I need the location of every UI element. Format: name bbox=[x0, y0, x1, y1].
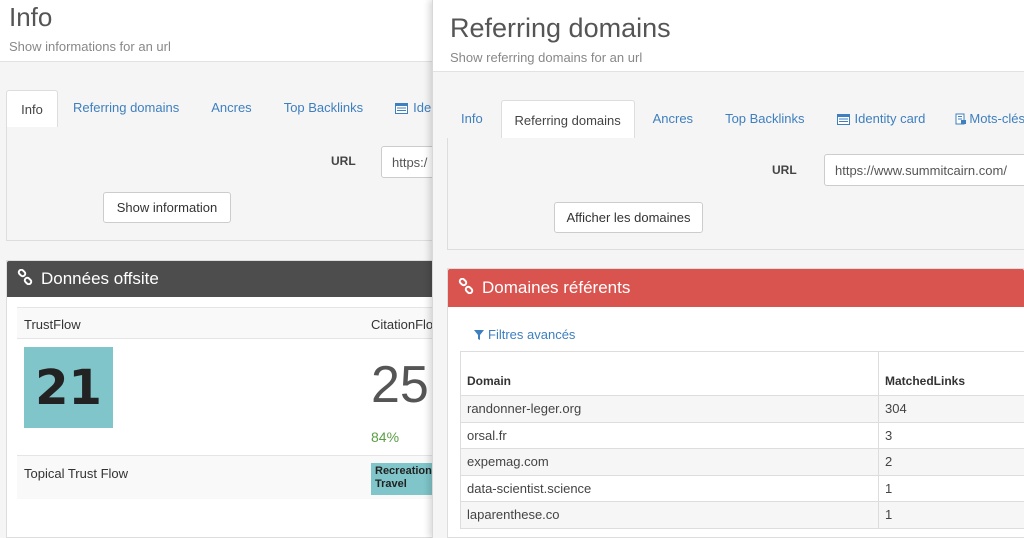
table-row: randonner-leger.org 304 bbox=[460, 395, 1024, 423]
page-title: Referring domains bbox=[450, 13, 671, 43]
url-form: URL https://www.summitcairn.com/ Affiche… bbox=[447, 138, 1024, 250]
show-domains-button[interactable]: Afficher les domaines bbox=[554, 202, 703, 233]
flow-metrics-table: TrustFlow CitationFlow 21 25 84% Topical… bbox=[17, 307, 451, 499]
metrics-value-row: 21 25 84% bbox=[17, 339, 441, 455]
url-label: URL bbox=[772, 163, 797, 177]
matched-links-cell: 3 bbox=[878, 421, 1024, 449]
url-input[interactable]: https://www.summitcairn.com/ bbox=[824, 154, 1024, 186]
card-title: Données offsite bbox=[41, 269, 159, 288]
matched-links-cell: 304 bbox=[878, 395, 1024, 423]
page-subtitle: Show referring domains for an url bbox=[450, 50, 643, 65]
offsite-data-card: Données offsite TrustFlow CitationFlow 2… bbox=[6, 260, 451, 538]
topical-trust-flow-label: Topical Trust Flow bbox=[24, 466, 129, 481]
domain-cell: data-scientist.science bbox=[460, 474, 879, 502]
id-card-icon bbox=[836, 101, 850, 140]
card-header: Données offsite bbox=[7, 261, 439, 297]
filter-icon bbox=[474, 329, 484, 340]
domain-cell: expemag.com bbox=[460, 448, 879, 476]
page-header: Referring domains Show referring domains… bbox=[433, 0, 1024, 72]
table-row: orsal.fr 3 bbox=[460, 421, 1024, 449]
tab-info[interactable]: Info bbox=[6, 90, 58, 128]
domain-cell: laparenthese.co bbox=[460, 501, 879, 529]
page-subtitle: Show informations for an url bbox=[9, 39, 171, 54]
tab-top-backlinks[interactable]: Top Backlinks bbox=[725, 99, 804, 138]
table-row: laparenthese.co 1 bbox=[460, 501, 1024, 529]
page-title: Info bbox=[9, 2, 53, 32]
tab-top-backlinks[interactable]: Top Backlinks bbox=[284, 89, 363, 127]
matched-links-cell: 1 bbox=[878, 474, 1024, 502]
domains-table: Domain MatchedLinks randonner-leger.org … bbox=[460, 351, 1024, 529]
table-row: expemag.com 2 bbox=[460, 448, 1024, 476]
column-matched-links[interactable]: MatchedLinks bbox=[878, 351, 1024, 396]
citation-flow-value: 25 bbox=[371, 356, 429, 414]
citation-flow-percent: 84% bbox=[371, 429, 400, 445]
matched-links-cell: 2 bbox=[878, 448, 1024, 476]
link-icon bbox=[17, 268, 33, 290]
tab-info[interactable]: Info bbox=[461, 99, 483, 138]
show-information-button[interactable]: Show information bbox=[103, 192, 231, 223]
table-header-row: Domain MatchedLinks bbox=[460, 351, 1024, 396]
tab-bar: Info Referring domains Ancres Top Backli… bbox=[447, 100, 1024, 139]
column-domain[interactable]: Domain bbox=[460, 351, 879, 396]
advanced-filters-link[interactable]: Filtres avancés bbox=[474, 327, 575, 342]
matched-links-cell: 1 bbox=[878, 501, 1024, 529]
referring-domains-card: Domaines référents Filtres avancés Domai… bbox=[447, 268, 1024, 538]
url-form: URL https:/ Show information bbox=[6, 127, 451, 241]
tab-referring-domains[interactable]: Referring domains bbox=[500, 100, 635, 139]
metrics-header-row: TrustFlow CitationFlow bbox=[17, 307, 443, 339]
tab-ancres[interactable]: Ancres bbox=[211, 89, 251, 127]
tab-referring-domains[interactable]: Referring domains bbox=[73, 89, 179, 127]
trust-flow-label: TrustFlow bbox=[24, 317, 81, 332]
id-card-icon bbox=[395, 91, 409, 129]
info-panel: Info Show informations for an url Info R… bbox=[0, 0, 451, 538]
tab-keywords[interactable]: Mots-clés bbox=[955, 99, 1024, 138]
tab-identity-card[interactable]: Identity card bbox=[836, 99, 925, 140]
trust-flow-score: 21 bbox=[24, 347, 113, 428]
keywords-icon bbox=[955, 101, 967, 140]
table-row: data-scientist.science 1 bbox=[460, 474, 1024, 502]
tab-bar: Info Referring domains Ancres Top Backli… bbox=[6, 90, 440, 128]
tab-ancres[interactable]: Ancres bbox=[653, 99, 693, 138]
card-title: Domaines référents bbox=[482, 278, 631, 297]
topical-row: Topical Trust Flow Recreation/ Travel bbox=[17, 455, 451, 499]
link-icon bbox=[458, 277, 474, 299]
referring-domains-panel: Referring domains Show referring domains… bbox=[432, 0, 1024, 538]
card-header: Domaines référents bbox=[448, 269, 1024, 307]
url-label: URL bbox=[331, 154, 356, 168]
domain-cell: orsal.fr bbox=[460, 421, 879, 449]
domain-cell: randonner-leger.org bbox=[460, 395, 879, 423]
page-header: Info Show informations for an url bbox=[0, 0, 440, 62]
